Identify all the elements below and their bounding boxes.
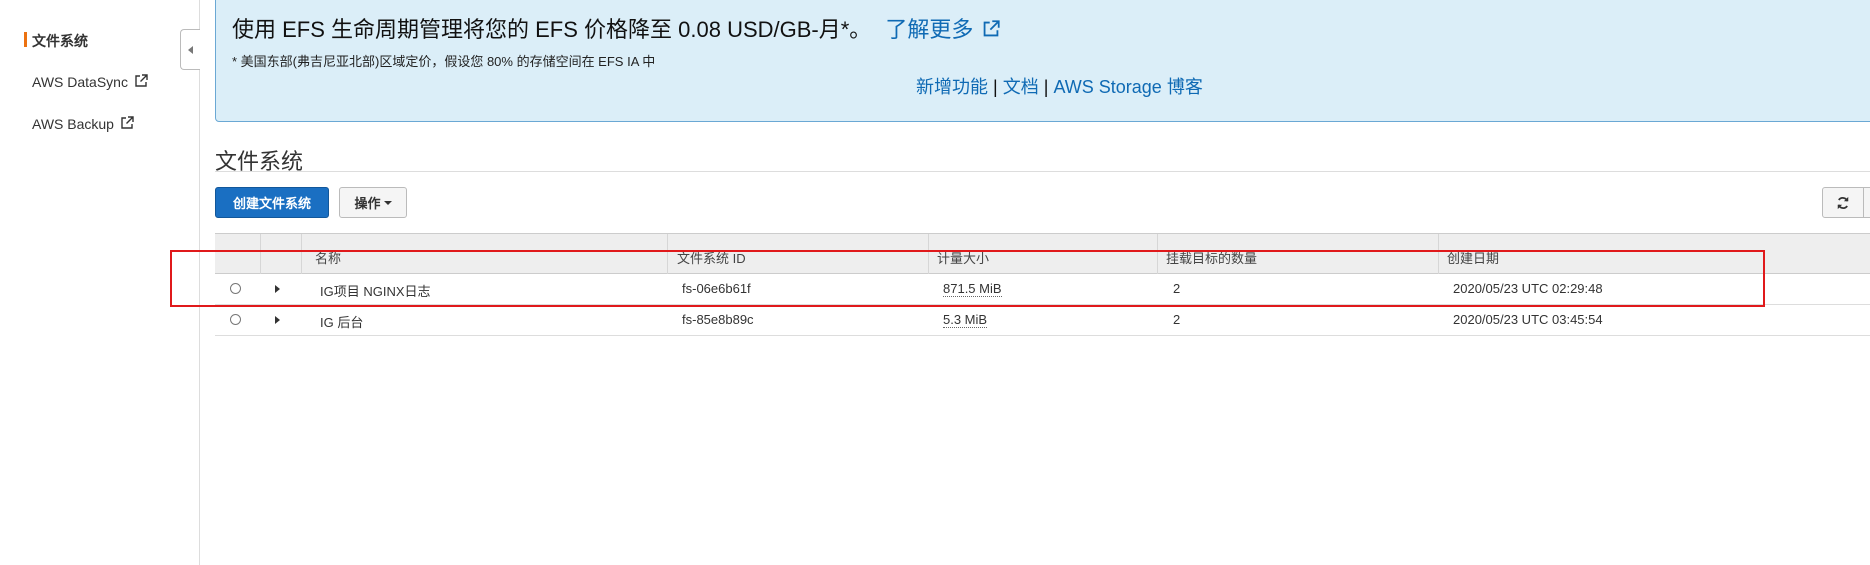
column-divider xyxy=(1157,234,1158,274)
caret-down-icon xyxy=(383,200,392,205)
sidebar-item-label: AWS Backup xyxy=(32,116,114,132)
table-header: 名称 文件系统 ID 计量大小 挂载目标的数量 创建日期 xyxy=(215,233,1870,274)
create-file-system-button[interactable]: 创建文件系统 xyxy=(215,187,329,218)
docs-link[interactable]: 文档 xyxy=(1003,77,1039,97)
file-system-name: IG 后台 xyxy=(320,315,364,330)
expand-row-icon[interactable] xyxy=(275,316,280,324)
sidebar: 文件系统 AWS DataSync AWS Backup xyxy=(0,0,200,565)
link-separator: | xyxy=(1043,77,1049,97)
creation-date: 2020/05/23 UTC 03:45:54 xyxy=(1453,312,1603,327)
file-system-id: fs-06e6b61f xyxy=(682,281,751,296)
chevron-left-icon xyxy=(188,45,193,54)
table-row[interactable]: IG项目 NGINX日志 fs-06e6b61f 871.5 MiB 2 202… xyxy=(215,274,1870,305)
learn-more-link[interactable]: 了解更多 xyxy=(885,17,1001,42)
column-divider xyxy=(301,234,302,274)
sidebar-item-label: 文件系统 xyxy=(32,33,88,49)
sidebar-item-datasync[interactable]: AWS DataSync xyxy=(32,74,148,90)
pricing-footnote: * 美国东部(弗吉尼亚北部)区域定价，假设您 80% 的存储空间在 EFS IA… xyxy=(232,54,656,69)
divider xyxy=(215,171,1870,172)
column-header-mount-targets[interactable]: 挂载目标的数量 xyxy=(1166,248,1257,267)
active-indicator xyxy=(24,32,27,47)
column-header-id[interactable]: 文件系统 ID xyxy=(677,248,746,267)
learn-more-label: 了解更多 xyxy=(885,17,974,42)
promo-banner: 使用 EFS 生命周期管理将您的 EFS 价格降至 0.08 USD/GB-月*… xyxy=(215,0,1870,122)
mount-target-count: 2 xyxy=(1173,312,1181,327)
file-system-id: fs-85e8b89c xyxy=(682,312,754,327)
column-divider xyxy=(667,234,668,274)
banner-title: 使用 EFS 生命周期管理将您的 EFS 价格降至 0.08 USD/GB-月*… xyxy=(232,12,1001,44)
column-header-name[interactable]: 名称 xyxy=(315,248,341,267)
column-divider xyxy=(260,234,261,274)
expand-row-icon[interactable] xyxy=(275,285,280,293)
refresh-button[interactable] xyxy=(1822,187,1864,218)
refresh-icon xyxy=(1837,196,1849,209)
sidebar-item-label: AWS DataSync xyxy=(32,74,128,90)
mount-target-count: 2 xyxy=(1173,281,1181,296)
storage-blog-link[interactable]: AWS Storage 博客 xyxy=(1053,77,1202,97)
sidebar-item-file-systems[interactable]: 文件系统 xyxy=(24,31,88,51)
external-link-icon xyxy=(121,116,134,129)
row-select-radio[interactable] xyxy=(230,283,241,294)
banner-title-text: 使用 EFS 生命周期管理将您的 EFS 价格降至 0.08 USD/GB-月*… xyxy=(232,17,872,42)
column-divider xyxy=(1438,234,1439,274)
settings-button[interactable] xyxy=(1863,187,1870,218)
table-row[interactable]: IG 后台 fs-85e8b89c 5.3 MiB 2 2020/05/23 U… xyxy=(215,305,1870,336)
row-select-radio[interactable] xyxy=(230,314,241,325)
column-divider xyxy=(928,234,929,274)
metered-size[interactable]: 5.3 MiB xyxy=(943,312,988,328)
external-link-icon xyxy=(135,74,148,87)
sidebar-item-backup[interactable]: AWS Backup xyxy=(32,116,134,132)
file-system-name: IG项目 NGINX日志 xyxy=(320,284,431,299)
creation-date: 2020/05/23 UTC 02:29:48 xyxy=(1453,281,1603,296)
external-link-icon xyxy=(984,20,1001,37)
column-header-size[interactable]: 计量大小 xyxy=(937,248,989,267)
banner-links: 新增功能 | 文档 | AWS Storage 博客 xyxy=(916,73,1203,99)
link-separator: | xyxy=(993,77,998,97)
sidebar-collapse-button[interactable] xyxy=(180,29,200,70)
whats-new-link[interactable]: 新增功能 xyxy=(916,77,988,97)
actions-label: 操作 xyxy=(354,196,381,211)
metered-size[interactable]: 871.5 MiB xyxy=(943,281,1002,297)
actions-dropdown[interactable]: 操作 xyxy=(339,187,407,218)
column-header-created[interactable]: 创建日期 xyxy=(1447,248,1499,267)
